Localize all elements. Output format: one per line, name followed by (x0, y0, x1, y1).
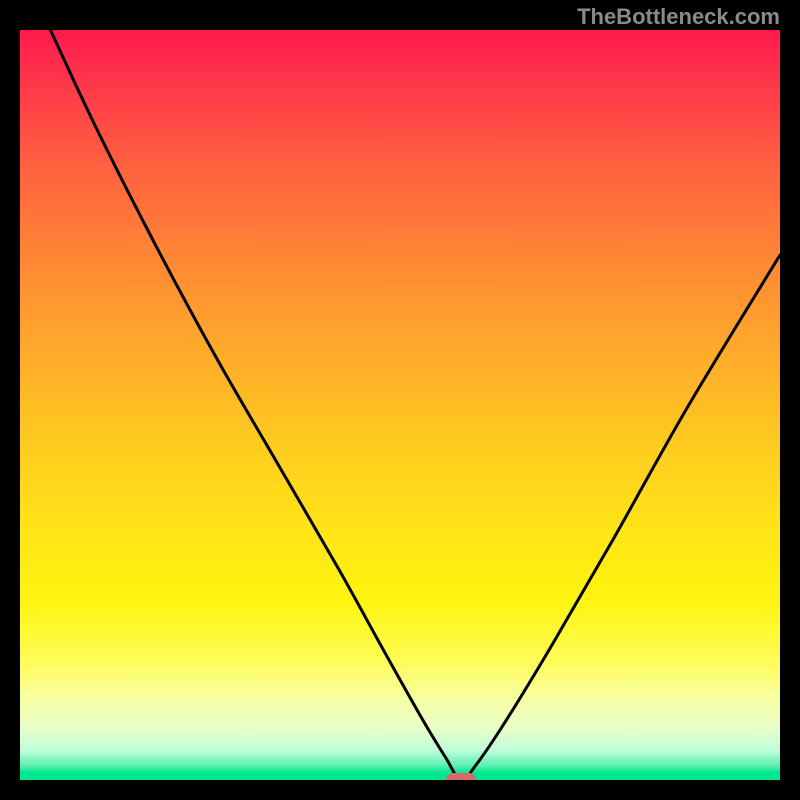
chart-container: TheBottleneck.com (0, 0, 800, 800)
bottleneck-curve (20, 30, 780, 780)
watermark-text: TheBottleneck.com (577, 4, 780, 30)
optimum-marker (446, 773, 476, 780)
plot-area (20, 30, 780, 780)
